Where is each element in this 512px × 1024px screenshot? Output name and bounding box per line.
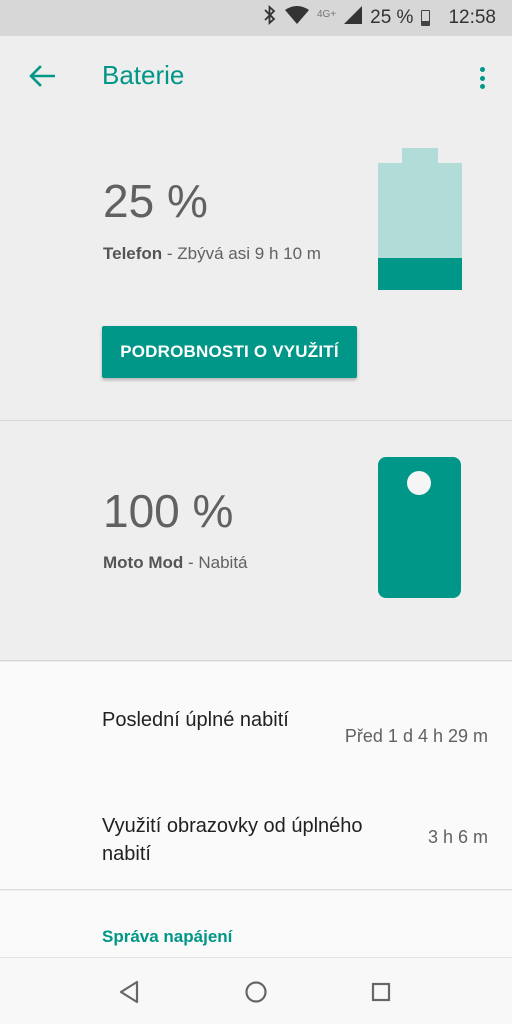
nav-recents-icon bbox=[371, 982, 391, 1002]
app-bar: Baterie bbox=[0, 36, 512, 116]
power-management-section: Správa napájení bbox=[0, 891, 512, 957]
battery-level-fill bbox=[378, 258, 462, 290]
battery-status-icon bbox=[421, 10, 431, 26]
moto-mod-section: 100 % Moto Mod - Nabitá bbox=[0, 422, 512, 661]
bluetooth-icon bbox=[263, 4, 277, 31]
page-title: Baterie bbox=[102, 60, 185, 90]
battery-percent-text: 25 % bbox=[370, 7, 414, 28]
status-bar: 4G+ 25 % 12:58 bbox=[0, 0, 512, 36]
phone-battery-description: Telefon - Zbývá asi 9 h 10 m bbox=[103, 244, 321, 264]
battery-level-icon bbox=[378, 148, 462, 290]
network-type-label: 4G+ bbox=[316, 8, 337, 20]
navigation-bar bbox=[0, 957, 512, 1024]
power-management-header: Správa napájení bbox=[102, 927, 233, 946]
signal-icon bbox=[344, 6, 363, 30]
arrow-back-icon bbox=[29, 65, 55, 87]
nav-back-icon bbox=[119, 980, 139, 1004]
more-vert-icon bbox=[479, 67, 485, 72]
moto-mod-description: Moto Mod - Nabitá bbox=[103, 553, 248, 573]
last-full-charge-value: Před 1 d 4 h 29 m bbox=[344, 726, 488, 746]
nav-recents-button[interactable] bbox=[367, 978, 395, 1006]
battery-stats-list: Poslední úplné nabití Před 1 d 4 h 29 m … bbox=[0, 662, 512, 890]
nav-home-icon bbox=[245, 981, 267, 1003]
phone-battery-section: 25 % Telefon - Zbývá asi 9 h 10 m PODROB… bbox=[0, 116, 512, 421]
screen-usage-value: 3 h 6 m bbox=[427, 827, 488, 847]
moto-mod-device-name: Moto Mod bbox=[103, 553, 184, 572]
moto-mod-status: - Nabitá bbox=[183, 553, 248, 572]
moto-mod-percent: 100 % bbox=[103, 485, 234, 537]
clock: 12:58 bbox=[448, 7, 496, 28]
overflow-menu-button[interactable] bbox=[470, 58, 494, 98]
nav-back-button[interactable] bbox=[115, 978, 143, 1006]
phone-battery-percent: 25 % bbox=[103, 175, 208, 227]
moto-mod-icon bbox=[378, 457, 461, 598]
screen-usage-label: Využití obrazovky od úplného nabití bbox=[102, 815, 363, 865]
nav-home-button[interactable] bbox=[242, 978, 270, 1006]
phone-device-name: Telefon bbox=[103, 244, 163, 263]
wifi-icon bbox=[284, 6, 309, 30]
back-button[interactable] bbox=[22, 56, 62, 96]
phone-remaining-time: - Zbývá asi 9 h 10 m bbox=[162, 244, 321, 263]
usage-details-button[interactable]: PODROBNOSTI O VYUŽITÍ bbox=[102, 326, 357, 378]
